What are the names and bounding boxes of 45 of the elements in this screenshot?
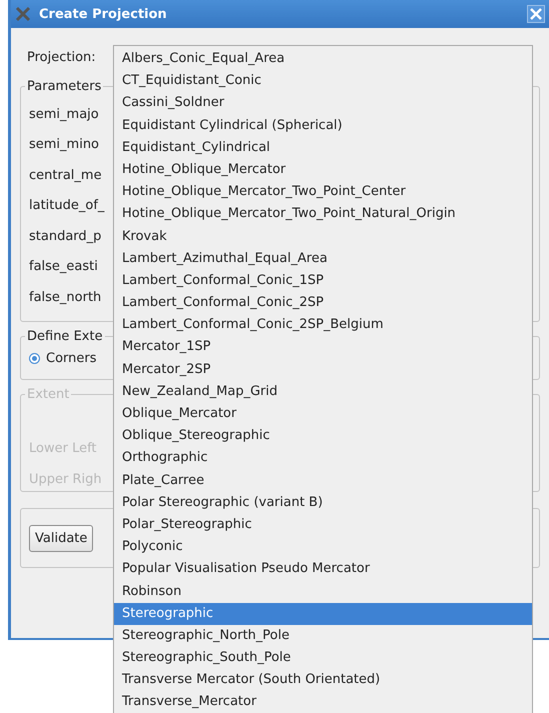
dropdown-item[interactable]: Hotine_Oblique_Mercator_Two_Point_Center: [114, 181, 532, 204]
validate-button[interactable]: Validate: [29, 524, 94, 552]
dropdown-item[interactable]: Stereographic_North_Pole: [114, 624, 532, 648]
dropdown-item[interactable]: Equidistant_Cylindrical: [114, 136, 532, 159]
dropdown-item[interactable]: CT_Equidistant_Conic: [114, 70, 532, 92]
dropdown-item[interactable]: Popular Visualisation Pseudo Mercator: [114, 558, 532, 580]
window-title: Create Projection: [39, 6, 168, 22]
dropdown-item[interactable]: Plate_Carree: [114, 470, 532, 492]
dropdown-item[interactable]: Transverse Mercator (South Orientated): [114, 669, 532, 692]
dropdown-item[interactable]: Krovak: [114, 226, 532, 248]
cross-icon: [15, 6, 31, 22]
radio-label: Corners: [46, 350, 97, 366]
dropdown-item[interactable]: Hotine_Oblique_Mercator: [114, 158, 532, 182]
dropdown-item[interactable]: Lambert_Conformal_Conic_2SP_Belgium: [114, 314, 532, 336]
parameter-label: standard_p: [29, 228, 102, 244]
radio-button[interactable]: [29, 352, 40, 364]
parameter-label: central_me: [29, 168, 102, 183]
dropdown-item[interactable]: Transverse_Mercator: [114, 691, 532, 713]
dropdown-item[interactable]: Oblique_Stereographic: [114, 425, 532, 448]
dropdown-item[interactable]: Lambert_Conformal_Conic_2SP: [114, 292, 532, 314]
dropdown-item[interactable]: Polar_Stereographic: [114, 514, 532, 536]
parameter-label: semi_mino: [29, 137, 100, 152]
dropdown-item[interactable]: Equidistant Cylindrical (Spherical): [114, 114, 532, 137]
dropdown-item[interactable]: Oblique_Mercator: [114, 403, 532, 426]
dropdown-item[interactable]: Orthographic: [114, 447, 532, 470]
dropdown-item[interactable]: Polar Stereographic (variant B): [114, 492, 532, 514]
dropdown-item[interactable]: Lambert_Conformal_Conic_1SP: [114, 270, 532, 292]
dropdown-item[interactable]: Mercator_2SP: [114, 358, 532, 381]
parameter-label: latitude_of_: [29, 198, 104, 214]
dropdown-item[interactable]: Stereographic_South_Pole: [114, 647, 532, 670]
dropdown-item[interactable]: Robinson: [114, 580, 532, 603]
close-button[interactable]: [527, 5, 545, 23]
dropdown-item[interactable]: Mercator_1SP: [114, 336, 532, 359]
parameter-label: false_north: [29, 290, 102, 305]
dropdown-item[interactable]: New_Zealand_Map_Grid: [114, 380, 532, 403]
dropdown-item[interactable]: Lambert_Azimuthal_Equal_Area: [114, 248, 532, 270]
dropdown-item[interactable]: Cassini_Soldner: [114, 92, 532, 115]
parameter-label: false_easti: [29, 259, 98, 274]
dropdown-item[interactable]: Polyconic: [114, 536, 532, 558]
close-icon: [530, 8, 542, 20]
dropdown-item[interactable]: Albers_Conic_Equal_Area: [114, 48, 532, 70]
parameter-label: semi_majo: [29, 106, 99, 122]
dropdown-item[interactable]: Stereographic: [114, 602, 532, 625]
projection-label: Projection:: [27, 50, 96, 64]
dropdown-item[interactable]: Hotine_Oblique_Mercator_Two_Point_Natural_Origin: [114, 203, 532, 226]
